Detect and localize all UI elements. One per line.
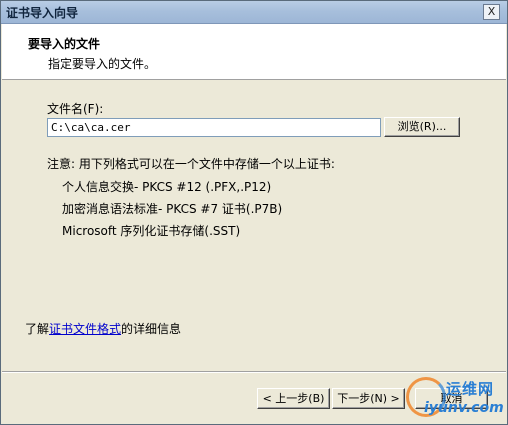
certificate-import-wizard-window: 证书导入向导 X 要导入的文件 指定要导入的文件。 文件名(F): C:\ca\… [0, 0, 508, 425]
file-name-label: 文件名(F): [47, 102, 104, 116]
browse-button[interactable]: 浏览(R)... [384, 117, 460, 137]
watermark-cn-text: 运维网 [446, 380, 495, 398]
page-title: 要导入的文件 [28, 37, 101, 51]
close-button[interactable]: X [483, 4, 500, 20]
page-subtitle: 指定要导入的文件。 [48, 57, 157, 71]
format-item-sst: Microsoft 序列化证书存储(.SST) [62, 224, 241, 238]
wizard-header: 要导入的文件 指定要导入的文件。 [2, 24, 506, 80]
format-item-pfx: 个人信息交换- PKCS #12 (.PFX,.P12) [62, 180, 272, 194]
note-text: 注意: 用下列格式可以在一个文件中存储一个以上证书: [47, 157, 335, 171]
close-icon: X [487, 5, 496, 18]
window-title: 证书导入向导 [6, 6, 79, 20]
certificate-file-formats-link[interactable]: 证书文件格式 [49, 322, 121, 336]
watermark-en-text: iyunv.com [424, 400, 504, 416]
file-name-input[interactable]: C:\ca\ca.cer [47, 118, 381, 137]
more-info-prefix: 了解 [25, 322, 50, 336]
next-button[interactable]: 下一步(N) > [332, 388, 405, 409]
format-item-p7b: 加密消息语法标准- PKCS #7 证书(.P7B) [62, 202, 283, 216]
more-info-line: 了解证书文件格式的详细信息 [25, 320, 181, 337]
more-info-suffix: 的详细信息 [121, 322, 182, 336]
watermark: 运维网 iyunv.com [402, 373, 508, 425]
back-button[interactable]: < 上一步(B) [257, 388, 330, 409]
title-bar[interactable]: 证书导入向导 X [1, 1, 507, 24]
